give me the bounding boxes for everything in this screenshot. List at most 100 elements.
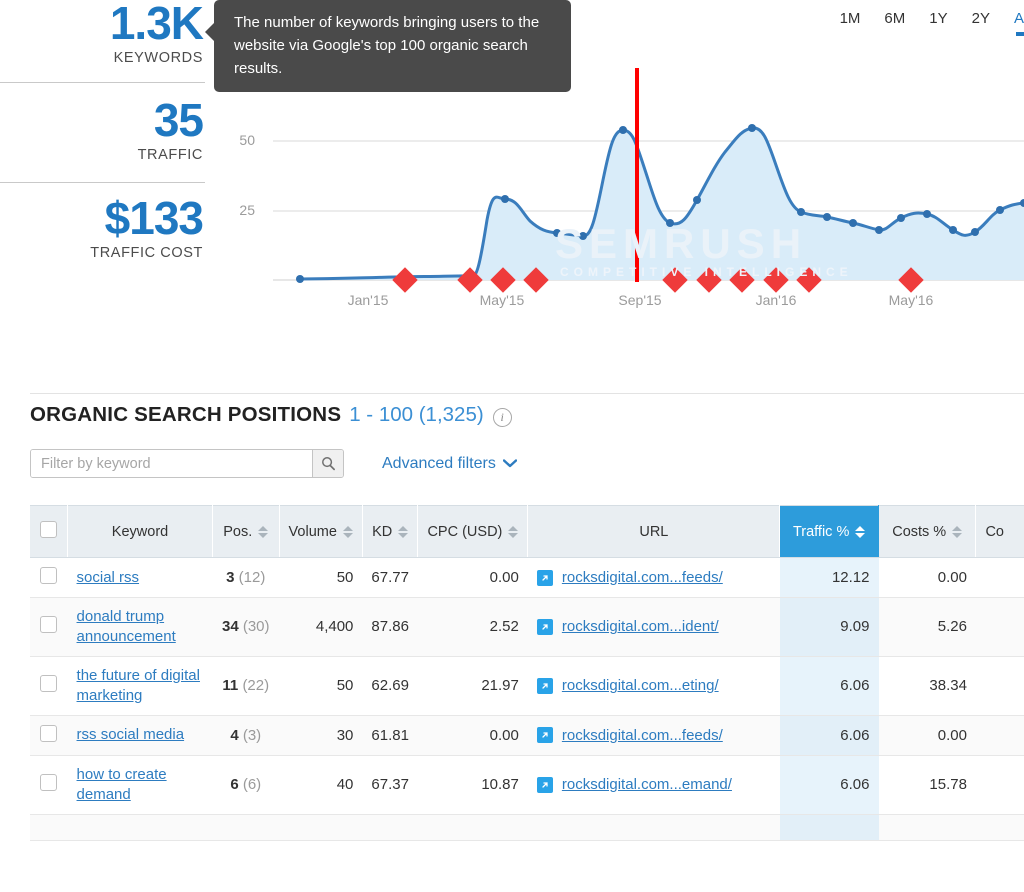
cell-pos: 4 (3): [212, 715, 280, 756]
cell-url[interactable]: rocksdigital.com...eting/: [527, 656, 780, 716]
cell-cpc: 0.00: [417, 715, 528, 756]
url-link[interactable]: rocksdigital.com...emand/: [562, 776, 732, 793]
traffic-trend-chart: SEMRUSH COMPETITIVE INTELLIGENCE 50 25 J…: [225, 60, 1024, 320]
row-checkbox-cell[interactable]: [30, 814, 68, 841]
range-2y[interactable]: 2Y: [972, 10, 990, 27]
table-header: Keyword Pos. Volume KD CPC (USD) URL Tra…: [30, 505, 1024, 558]
cell-url[interactable]: [527, 814, 780, 841]
cell-url[interactable]: rocksdigital.com...ident/: [527, 597, 780, 657]
cell-pos: 6 (6): [212, 755, 280, 815]
keyword-link[interactable]: social rss: [77, 569, 140, 586]
table-row[interactable]: donald trump announcement 34 (30) 4,400 …: [30, 597, 1024, 657]
cell-keyword[interactable]: rss social media: [67, 715, 213, 756]
row-checkbox[interactable]: [40, 567, 58, 584]
external-link-icon: [536, 569, 553, 586]
pos-previous: (30): [242, 618, 270, 636]
tooltip-text: The number of keywords bringing users to…: [234, 14, 540, 77]
metric-traffic-cost[interactable]: $133 TRAFFIC COST: [0, 195, 205, 280]
xtick-sep15: Sep'15: [618, 292, 662, 308]
keyword-link[interactable]: donald trump announcement: [77, 608, 176, 645]
th-kd-label: KD: [372, 523, 393, 540]
cell-pos: 11 (22): [212, 656, 280, 716]
th-costs-label: Costs %: [892, 523, 947, 540]
range-all[interactable]: A: [1014, 10, 1024, 36]
cell-url[interactable]: rocksdigital.com...feeds/: [527, 557, 780, 598]
table-row[interactable]: rss social media 4 (3) 30 61.81 0.00 roc…: [30, 715, 1024, 756]
xtick-may16: May'16: [888, 292, 934, 308]
keyword-link[interactable]: how to create demand: [77, 766, 167, 803]
url-link[interactable]: rocksdigital.com...ident/: [562, 618, 719, 635]
advanced-filters-button[interactable]: Advanced filters: [382, 455, 517, 473]
organic-search-positions-header: ORGANIC SEARCH POSITIONS 1 - 100 (1,325)…: [30, 403, 512, 427]
key-metrics-panel: 1.3K KEYWORDS 35 TRAFFIC $133 TRAFFIC CO…: [0, 0, 205, 290]
select-all-checkbox[interactable]: [40, 521, 58, 538]
row-checkbox[interactable]: [40, 724, 58, 742]
keyword-link[interactable]: rss social media: [77, 726, 185, 743]
cell-url[interactable]: rocksdigital.com...emand/: [527, 755, 780, 815]
search-input[interactable]: [31, 450, 312, 477]
row-checkbox-cell[interactable]: [30, 715, 68, 756]
table-row-partial[interactable]: [30, 814, 1024, 841]
row-checkbox[interactable]: [40, 774, 58, 792]
cell-keyword[interactable]: social rss: [67, 557, 213, 598]
th-kd[interactable]: KD: [362, 505, 419, 558]
cell-keyword[interactable]: how to create demand: [67, 755, 213, 815]
row-checkbox[interactable]: [40, 675, 58, 693]
cell-costs-truncated: [975, 557, 1024, 598]
pos-previous: (12): [238, 569, 266, 586]
th-costs-percent[interactable]: Costs %: [878, 505, 977, 558]
th-volume-label: Volume: [288, 523, 337, 540]
cell-kd: [362, 814, 418, 841]
cell-url[interactable]: rocksdigital.com...feeds/: [527, 715, 780, 756]
th-pos[interactable]: Pos.: [212, 505, 280, 558]
search-button[interactable]: [312, 450, 343, 477]
table-row[interactable]: how to create demand 6 (6) 40 67.37 10.8…: [30, 755, 1024, 815]
metric-divider-2: [0, 182, 205, 183]
cell-keyword[interactable]: donald trump announcement: [67, 597, 213, 657]
url-link[interactable]: rocksdigital.com...eting/: [562, 677, 719, 694]
range-1m[interactable]: 1M: [840, 10, 861, 27]
row-checkbox-cell[interactable]: [30, 597, 68, 657]
cell-volume: [279, 814, 363, 841]
cell-traffic-percent: 6.06: [779, 656, 879, 716]
table-body: social rss 3 (12) 50 67.77 0.00 rocksdig…: [30, 557, 1024, 841]
row-checkbox-cell[interactable]: [30, 557, 68, 598]
range-1y[interactable]: 1Y: [929, 10, 947, 27]
metric-keywords[interactable]: 1.3K KEYWORDS: [0, 0, 205, 93]
cell-volume: 50: [279, 557, 363, 598]
row-checkbox-cell[interactable]: [30, 755, 68, 815]
sort-icon-costs: [952, 525, 963, 539]
th-costs-truncated[interactable]: Co: [975, 505, 1024, 558]
metric-traffic-label: TRAFFIC: [137, 147, 203, 163]
cell-pos: [212, 814, 280, 841]
th-traffic-percent[interactable]: Traffic %: [779, 505, 879, 558]
ytick-50: 50: [239, 132, 255, 148]
cell-traffic-percent: 6.06: [779, 755, 879, 815]
metric-keywords-value: 1.3K: [109, 0, 204, 49]
th-url[interactable]: URL: [527, 505, 781, 558]
th-select-all[interactable]: [30, 505, 69, 558]
info-icon[interactable]: i: [492, 407, 512, 427]
th-volume[interactable]: Volume: [279, 505, 363, 558]
overview-chart-panel: 1.3K KEYWORDS 35 TRAFFIC $133 TRAFFIC CO…: [0, 0, 1024, 380]
keyword-link[interactable]: the future of digital marketing: [77, 667, 200, 704]
th-keyword-label: Keyword: [111, 523, 169, 540]
sort-icon-traffic: [855, 525, 866, 539]
cell-costs-percent: 15.78: [878, 755, 976, 815]
url-link[interactable]: rocksdigital.com...feeds/: [562, 727, 723, 744]
th-cpc[interactable]: CPC (USD): [417, 505, 529, 558]
row-checkbox[interactable]: [40, 616, 58, 634]
cell-volume: 50: [279, 656, 363, 716]
cell-keyword[interactable]: the future of digital marketing: [67, 656, 213, 716]
table-row[interactable]: the future of digital marketing 11 (22) …: [30, 656, 1024, 716]
url-link[interactable]: rocksdigital.com...feeds/: [562, 569, 723, 586]
th-keyword[interactable]: Keyword: [67, 505, 213, 558]
metric-traffic[interactable]: 35 TRAFFIC: [0, 97, 205, 182]
row-checkbox-cell[interactable]: [30, 656, 68, 716]
cell-keyword[interactable]: [67, 814, 213, 841]
cell-traffic-percent: 6.06: [779, 715, 879, 756]
pos-current: 34: [221, 618, 239, 636]
table-row[interactable]: social rss 3 (12) 50 67.77 0.00 rocksdig…: [30, 557, 1024, 598]
cell-pos: 34 (30): [212, 597, 280, 657]
range-6m[interactable]: 6M: [884, 10, 905, 27]
